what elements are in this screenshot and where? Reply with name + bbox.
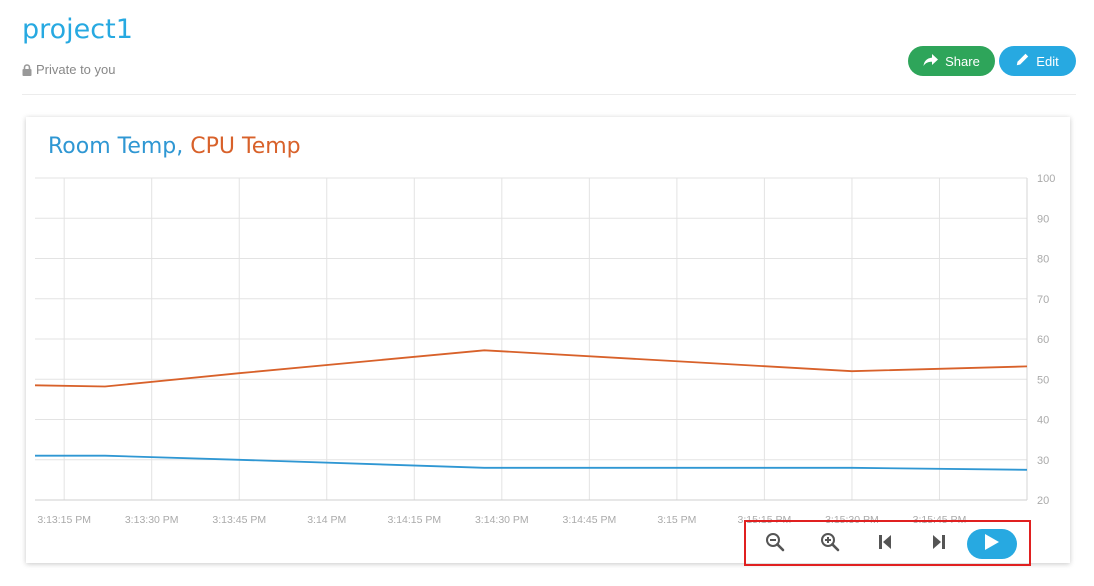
x-tick-label: 3:15 PM: [657, 514, 696, 526]
y-tick-label: 50: [1037, 374, 1049, 386]
x-tick-label: 3:13:45 PM: [212, 514, 266, 526]
skip-back-icon: [878, 534, 892, 555]
play-icon: [984, 533, 1000, 556]
page-header: project1 Private to you Share Edit: [22, 0, 1076, 95]
page-title: project1: [22, 14, 133, 45]
x-tick-label: 3:13:15 PM: [37, 514, 91, 526]
edit-button-label: Edit: [1036, 53, 1059, 69]
skip-forward-icon: [932, 534, 946, 555]
privacy-status: Private to you: [22, 62, 116, 77]
y-tick-label: 100: [1037, 173, 1055, 185]
x-tick-label: 3:14:45 PM: [563, 514, 617, 526]
edit-button[interactable]: Edit: [999, 46, 1076, 76]
y-tick-label: 60: [1037, 334, 1049, 346]
y-tick-label: 30: [1037, 455, 1049, 467]
share-button-label: Share: [945, 53, 980, 69]
x-tick-label: 3:14:15 PM: [387, 514, 441, 526]
zoom-in-icon: [820, 532, 840, 557]
lock-icon: [22, 63, 32, 76]
y-tick-label: 20: [1037, 495, 1049, 507]
x-tick-label: 3:14 PM: [307, 514, 346, 526]
y-tick-label: 70: [1037, 294, 1049, 306]
share-button[interactable]: Share: [908, 46, 995, 76]
y-tick-label: 40: [1037, 415, 1049, 427]
skip-forward-button[interactable]: [926, 531, 952, 557]
y-tick-label: 90: [1037, 213, 1049, 225]
line-chart: 20 30 40 50 60 70 80 90 100 3:13:15 PM 3:13:30 PM 3…: [34, 173, 1055, 526]
chart-controls: [744, 520, 1031, 566]
zoom-out-button[interactable]: [762, 531, 788, 557]
share-arrow-icon: [923, 53, 939, 69]
zoom-out-icon: [765, 532, 785, 557]
privacy-label: Private to you: [36, 62, 116, 77]
zoom-in-button[interactable]: [817, 531, 843, 557]
chart-card: Room Temp, CPU Temp 20 30 40 50 60 70 80 90 100 3…: [26, 117, 1070, 563]
skip-back-button[interactable]: [872, 531, 898, 557]
y-tick-label: 80: [1037, 254, 1049, 266]
series-line-room-temp: [35, 454, 1028, 471]
x-tick-label: 3:13:30 PM: [125, 514, 179, 526]
pencil-icon: [1016, 53, 1029, 69]
play-button[interactable]: [967, 529, 1017, 559]
x-tick-label: 3:14:30 PM: [475, 514, 529, 526]
series-line-cpu-temp: [34, 349, 1028, 388]
